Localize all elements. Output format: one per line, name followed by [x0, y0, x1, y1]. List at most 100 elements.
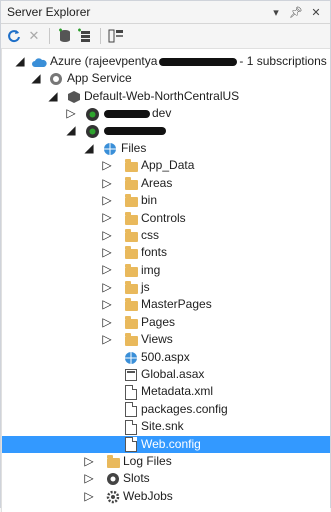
tree-label: Pages [141, 314, 176, 329]
connect-server-icon[interactable] [76, 27, 94, 45]
tree-label: Controls [141, 210, 186, 225]
close-icon[interactable]: ✕ [308, 4, 324, 20]
tree-label: Web.config [141, 436, 201, 451]
dropdown-icon[interactable]: ▾ [268, 4, 284, 20]
title-bar: Server Explorer ▾ 📌︎ ✕ [1, 1, 330, 24]
folder-icon [123, 158, 139, 174]
tree-node-site-expanded[interactable]: ◢ [2, 123, 330, 140]
tree-label: Slots [123, 471, 150, 486]
refresh-icon[interactable] [5, 27, 23, 45]
stop-icon[interactable]: ✕ [25, 27, 43, 45]
collapsed-arrow-icon[interactable]: ▷ [102, 175, 112, 192]
xml-file-icon [123, 384, 139, 400]
tree-label: Site.snk [141, 419, 184, 434]
tree-node-folder[interactable]: ▷ Views [2, 331, 330, 348]
tree-node-file-selected[interactable]: Web.config [2, 435, 330, 453]
tree-node-file[interactable]: Metadata.xml [2, 383, 330, 400]
tree-node-folder[interactable]: ▷ Areas [2, 175, 330, 192]
tree-node-site-dev[interactable]: ▷ dev [2, 105, 330, 122]
tree-label: Areas [141, 175, 173, 190]
tree-node-file[interactable]: packages.config [2, 401, 330, 418]
tree-label: 500.aspx [141, 349, 190, 364]
tree-node-log-files[interactable]: ▷ Log Files [2, 453, 330, 470]
config-file-icon [123, 402, 139, 418]
azure-label-prefix: Azure (rajeevpentya [50, 54, 158, 68]
server-tree: ◢ Azure (rajeevpentya - 1 subscriptions ◢… [1, 49, 330, 512]
tree-node-resource-group[interactable]: ◢ Default-Web-NorthCentralUS [2, 88, 330, 105]
collapsed-arrow-icon[interactable]: ▷ [102, 244, 112, 261]
tree-node-app-service[interactable]: ◢ App Service [2, 70, 330, 87]
expanded-arrow-icon[interactable]: ◢ [66, 123, 76, 140]
folder-icon [123, 211, 139, 227]
collapsed-arrow-icon[interactable]: ▷ [66, 105, 76, 122]
asax-file-icon [123, 367, 139, 383]
tree-node-file[interactable]: 500.aspx [2, 349, 330, 366]
tree-node-file[interactable]: Site.snk [2, 418, 330, 435]
tree-label: bin [141, 193, 158, 208]
tree-label: packages.config [141, 401, 228, 416]
webjobs-gear-icon [105, 489, 121, 505]
expanded-arrow-icon[interactable]: ◢ [84, 140, 94, 157]
collapsed-arrow-icon[interactable]: ▷ [102, 314, 112, 331]
resource-group-icon [66, 89, 82, 105]
folder-icon [123, 176, 139, 192]
tree-node-azure[interactable]: ◢ Azure (rajeevpentya - 1 subscriptions [2, 53, 330, 70]
folder-icon [123, 315, 139, 331]
folder-icon [123, 280, 139, 296]
folder-icon [123, 332, 139, 348]
redaction-mark [159, 57, 238, 66]
collapsed-arrow-icon[interactable]: ▷ [102, 157, 112, 174]
tree-label: App Service [67, 71, 132, 86]
tree-label: Default-Web-NorthCentralUS [84, 88, 240, 103]
tree-node-folder[interactable]: ▷ Controls [2, 210, 330, 227]
tree-node-webjobs[interactable]: ▷ WebJobs [2, 488, 330, 505]
globe-file-icon [123, 350, 139, 366]
collapsed-arrow-icon[interactable]: ▷ [102, 331, 112, 348]
connect-database-icon[interactable] [56, 27, 74, 45]
tree-node-folder[interactable]: ▷ css [2, 227, 330, 244]
tree-node-slots[interactable]: ▷ Slots [2, 470, 330, 487]
tree-node-files[interactable]: ◢ Files [2, 140, 330, 157]
tree-node-file[interactable]: Global.asax [2, 366, 330, 383]
tree-label: Log Files [123, 453, 172, 468]
tree-node-folder[interactable]: ▷ App_Data [2, 157, 330, 174]
toolbar: ✕ [1, 24, 330, 49]
tree-label: Views [141, 332, 173, 347]
collapsed-arrow-icon[interactable]: ▷ [84, 470, 94, 487]
collapsed-arrow-icon[interactable]: ▷ [84, 453, 94, 470]
tree-node-folder[interactable]: ▷ img [2, 262, 330, 279]
collapsed-arrow-icon[interactable]: ▷ [84, 488, 94, 505]
tree-label: WebJobs [123, 488, 173, 503]
files-globe-icon [102, 141, 118, 157]
expanded-arrow-icon[interactable]: ◢ [15, 53, 25, 70]
azure-cloud-icon [31, 54, 47, 70]
toolbar-divider [100, 28, 101, 44]
folder-icon [123, 228, 139, 244]
collapsed-arrow-icon[interactable]: ▷ [102, 262, 112, 279]
tree-node-folder[interactable]: ▷ js [2, 279, 330, 296]
app-service-icon [48, 71, 64, 87]
expanded-arrow-icon[interactable]: ◢ [48, 88, 58, 105]
tree-node-folder[interactable]: ▷ MasterPages [2, 296, 330, 313]
collapsed-arrow-icon[interactable]: ▷ [102, 296, 112, 313]
slots-icon [105, 471, 121, 487]
collapsed-arrow-icon[interactable]: ▷ [102, 279, 112, 296]
collapsed-arrow-icon[interactable]: ▷ [102, 227, 112, 244]
tree-node-folder[interactable]: ▷ Pages [2, 314, 330, 331]
collapsed-arrow-icon[interactable]: ▷ [102, 192, 112, 209]
window-title: Server Explorer [7, 5, 91, 19]
pin-icon[interactable]: 📌︎ [288, 4, 304, 20]
tree-label: img [141, 262, 161, 277]
tree-node-folder[interactable]: ▷ fonts [2, 244, 330, 261]
expanded-arrow-icon[interactable]: ◢ [31, 70, 41, 87]
redaction-mark [104, 127, 166, 136]
collapsed-arrow-icon[interactable]: ▷ [102, 210, 112, 227]
site1-label-suffix: dev [152, 106, 172, 121]
tree-label: MasterPages [141, 297, 212, 312]
tree-label: Metadata.xml [141, 384, 214, 399]
tree-label: css [141, 227, 159, 242]
sharepoint-connections-icon[interactable] [107, 27, 125, 45]
tree-node-folder[interactable]: ▷ bin [2, 192, 330, 209]
tree-label: js [141, 280, 150, 295]
website-globe-icon [84, 106, 100, 122]
